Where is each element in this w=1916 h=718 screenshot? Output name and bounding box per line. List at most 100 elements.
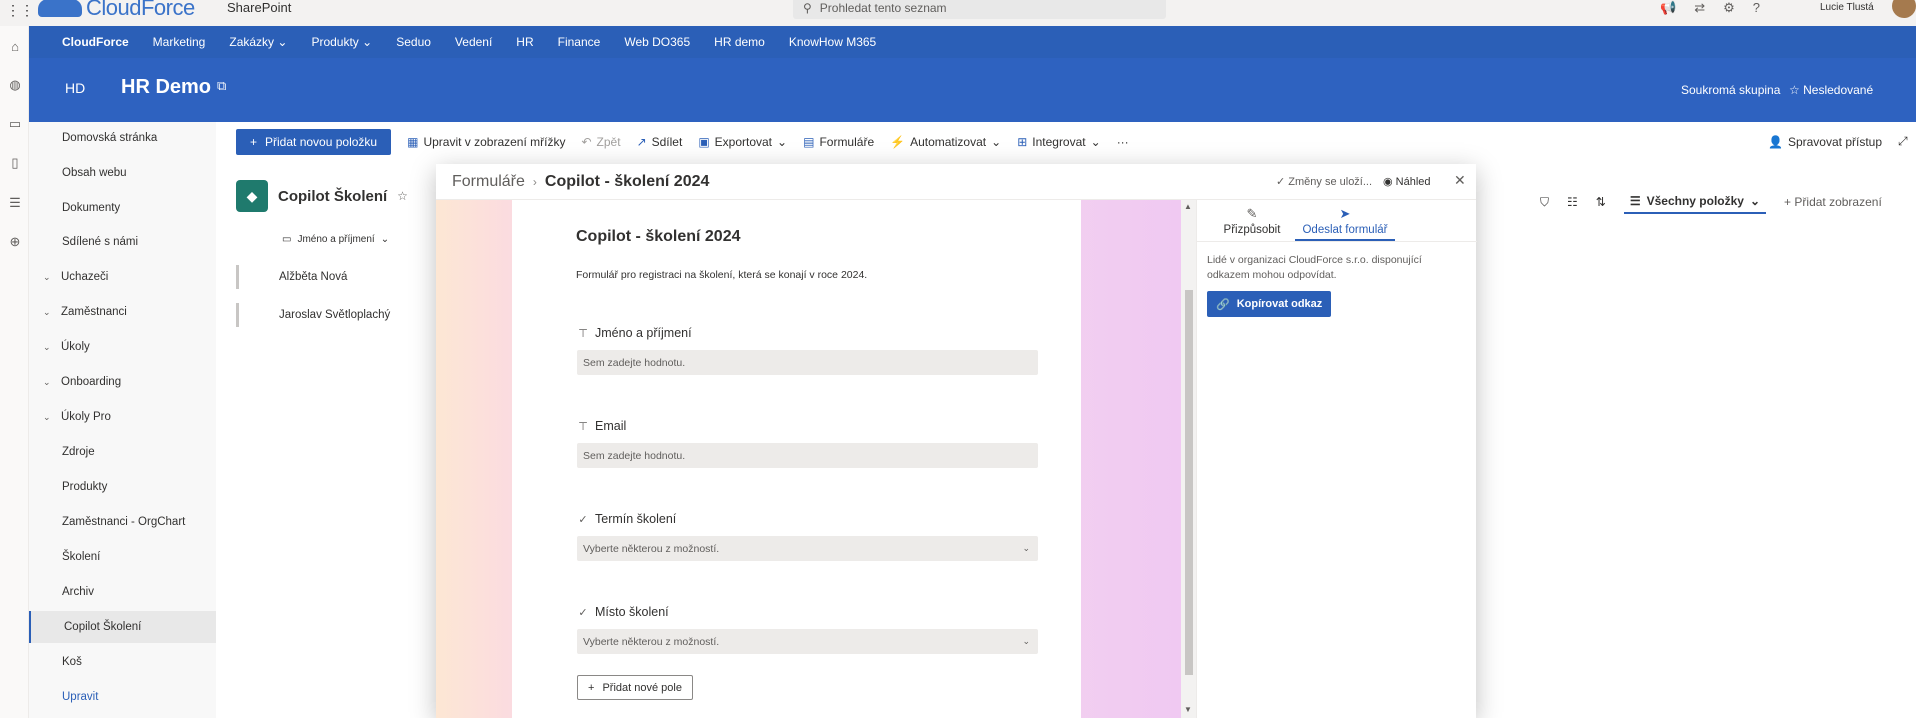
- chevron-down-icon[interactable]: ⌄: [43, 412, 61, 423]
- nav-item-onboarding[interactable]: ⌄ Onboarding: [29, 366, 216, 398]
- form-field-name[interactable]: ⊤ Jméno a příjmení Sem zadejte hodnotu.: [577, 324, 1038, 375]
- news-icon[interactable]: ▭: [8, 117, 22, 131]
- chevron-down-icon[interactable]: ⌄: [43, 377, 61, 388]
- undo-button[interactable]: ↶ Zpět: [581, 135, 620, 149]
- hub-item-finance[interactable]: Finance: [558, 35, 601, 49]
- hub-item-web-do365[interactable]: Web DO365: [624, 35, 690, 49]
- group-icon[interactable]: ☷: [1567, 195, 1578, 209]
- user-name[interactable]: Lucie Tlustá: [1820, 2, 1874, 13]
- table-row[interactable]: Jaroslav Světloplachý: [236, 300, 390, 330]
- hub-item-zakazky[interactable]: Zakázky ⌄: [229, 35, 287, 49]
- breadcrumb-root[interactable]: Formuláře: [452, 173, 525, 191]
- form-description[interactable]: Formulář pro registraci na školení, kter…: [576, 269, 867, 281]
- site-logo[interactable]: HD: [65, 80, 85, 96]
- chevron-down-icon[interactable]: ⌄: [43, 272, 61, 283]
- form-field-term[interactable]: ✓ Termín školení Vyberte některou z možno…: [577, 510, 1038, 561]
- nav-item-orgchart[interactable]: Zaměstnanci - OrgChart: [29, 506, 216, 538]
- hub-item-marketing[interactable]: Marketing: [153, 35, 206, 49]
- copy-link-button[interactable]: 🔗 Kopírovat odkaz: [1207, 291, 1332, 317]
- search-input[interactable]: ⚲ Prohledat tento seznam: [793, 0, 1166, 19]
- field-dropdown[interactable]: Vyberte některou z možností. ⌄: [577, 536, 1038, 561]
- hub-item-knowhow[interactable]: KnowHow M365: [789, 35, 876, 49]
- scrollbar-thumb[interactable]: [1185, 290, 1193, 675]
- field-input[interactable]: Sem zadejte hodnotu.: [577, 350, 1038, 375]
- nav-item-shared[interactable]: Sdílené s námi: [29, 226, 216, 258]
- tab-customize[interactable]: ✎ Přizpůsobit: [1223, 206, 1281, 236]
- form-field-email[interactable]: ⊤ Email Sem zadejte hodnotu.: [577, 417, 1038, 468]
- nav-item-copilot-skoleni[interactable]: Copilot Školení: [29, 611, 216, 643]
- hub-item-hr-demo[interactable]: HR demo: [714, 35, 765, 49]
- scroll-up-icon[interactable]: ▲: [1184, 202, 1192, 211]
- gear-icon[interactable]: ⚙: [1723, 0, 1735, 16]
- nav-item-site-contents[interactable]: Obsah webu: [29, 157, 216, 189]
- column-header[interactable]: ▭ Jméno a příjmení ⌄: [282, 234, 389, 245]
- add-view-button[interactable]: + Přidat zobrazení: [1784, 195, 1882, 209]
- integrate-button[interactable]: ⊞ Integrovat ⌄: [1017, 135, 1101, 149]
- megaphone-icon[interactable]: 📢: [1660, 0, 1676, 16]
- nav-item-recycle-bin[interactable]: Koš: [29, 646, 216, 678]
- hub-item-produkty[interactable]: Produkty ⌄: [311, 35, 372, 49]
- grid-edit-button[interactable]: ▦ Upravit v zobrazení mřížky: [407, 135, 565, 149]
- hub-item-seduo[interactable]: Seduo: [396, 35, 431, 49]
- chevron-down-icon[interactable]: ⌄: [43, 342, 61, 353]
- brand-logo[interactable]: CloudForce: [38, 0, 195, 22]
- nav-item-ukoly[interactable]: ⌄ Úkoly: [29, 331, 216, 363]
- view-selector[interactable]: ☰ Všechny položky ⌄: [1623, 190, 1767, 214]
- row-selector[interactable]: [236, 303, 239, 327]
- nav-item-zamestnanci[interactable]: ⌄ Zaměstnanci: [29, 296, 216, 328]
- export-label: Exportovat: [714, 135, 773, 149]
- filter-icon[interactable]: ⛉: [1540, 195, 1549, 210]
- list-title[interactable]: Copilot Školení: [278, 188, 387, 205]
- nav-item-produkty[interactable]: Produkty: [29, 471, 216, 503]
- favorite-star-icon[interactable]: ☆: [397, 189, 408, 203]
- avatar[interactable]: [1892, 0, 1916, 18]
- nav-item-zdroje[interactable]: Zdroje: [29, 436, 216, 468]
- close-icon[interactable]: ✕: [1454, 172, 1466, 189]
- add-circle-icon[interactable]: ⊕: [8, 235, 22, 249]
- nav-item-home[interactable]: Domovská stránka: [29, 122, 216, 154]
- scrollbar[interactable]: ▲ ▼: [1181, 200, 1196, 718]
- share-icon[interactable]: ⇄: [1694, 0, 1705, 16]
- help-icon[interactable]: ?: [1753, 0, 1760, 16]
- row-selector[interactable]: [236, 265, 239, 289]
- scroll-down-icon[interactable]: ▼: [1184, 705, 1192, 714]
- preview-button[interactable]: ◉ Náhled: [1383, 175, 1431, 188]
- nav-item-documents[interactable]: Dokumenty: [29, 192, 216, 224]
- file-icon[interactable]: ▯: [8, 156, 22, 170]
- nav-item-skoleni[interactable]: Školení: [29, 541, 216, 573]
- new-item-button[interactable]: + Přidat novou položku: [236, 129, 392, 155]
- form-field-location[interactable]: ✓ Místo školení Vyberte některou z možnos…: [577, 603, 1038, 654]
- field-input[interactable]: Sem zadejte hodnotu.: [577, 443, 1038, 468]
- site-title[interactable]: HR Demo: [121, 76, 211, 99]
- manage-access-button[interactable]: 👤 Spravovat přístup: [1768, 135, 1882, 149]
- expand-icon[interactable]: ⤢: [1898, 134, 1908, 149]
- hub-item-hr[interactable]: HR: [516, 35, 533, 49]
- table-row[interactable]: Alžběta Nová: [236, 262, 347, 292]
- share-button[interactable]: ↗ Sdílet: [637, 135, 683, 149]
- hub-item-cloudforce[interactable]: CloudForce: [62, 35, 129, 49]
- teams-icon[interactable]: ⧉: [217, 78, 226, 94]
- add-field-button[interactable]: + Přidat nové pole: [577, 675, 693, 700]
- follow-button[interactable]: ☆ Nesledované: [1789, 83, 1873, 97]
- chevron-down-icon[interactable]: ⌄: [43, 307, 61, 318]
- tab-send-form[interactable]: ➤ Odeslat formulář: [1295, 206, 1395, 241]
- more-button[interactable]: ···: [1117, 135, 1129, 149]
- nav-item-uchazeci[interactable]: ⌄ Uchazeči: [29, 261, 216, 293]
- list-icon[interactable]: ☰: [8, 196, 22, 210]
- sort-icon[interactable]: ⇅: [1596, 195, 1606, 209]
- globe-icon[interactable]: ◍: [8, 78, 22, 92]
- hub-item-vedeni[interactable]: Vedení: [455, 35, 492, 49]
- nav-item-archiv[interactable]: Archiv: [29, 576, 216, 608]
- nav-item-ukoly-pro[interactable]: ⌄ Úkoly Pro: [29, 401, 216, 433]
- home-icon[interactable]: ⌂: [8, 40, 22, 54]
- form-title[interactable]: Copilot - školení 2024: [576, 228, 740, 246]
- forms-button[interactable]: ▤ Formuláře: [803, 135, 874, 149]
- field-dropdown[interactable]: Vyberte některou z možností. ⌄: [577, 629, 1038, 654]
- nav-edit-link[interactable]: Upravit: [29, 681, 216, 713]
- app-name[interactable]: SharePoint: [227, 0, 291, 15]
- forms-dialog: Formuláře › Copilot - školení 2024 ✓ Změ…: [436, 164, 1477, 718]
- export-button[interactable]: ▣ Exportovat ⌄: [698, 135, 787, 149]
- automate-button[interactable]: ⚡ Automatizovat ⌄: [890, 135, 1001, 149]
- save-status-label: Změny se uloží...: [1288, 176, 1373, 188]
- app-launcher-icon[interactable]: ⋮⋮⋮: [6, 2, 48, 18]
